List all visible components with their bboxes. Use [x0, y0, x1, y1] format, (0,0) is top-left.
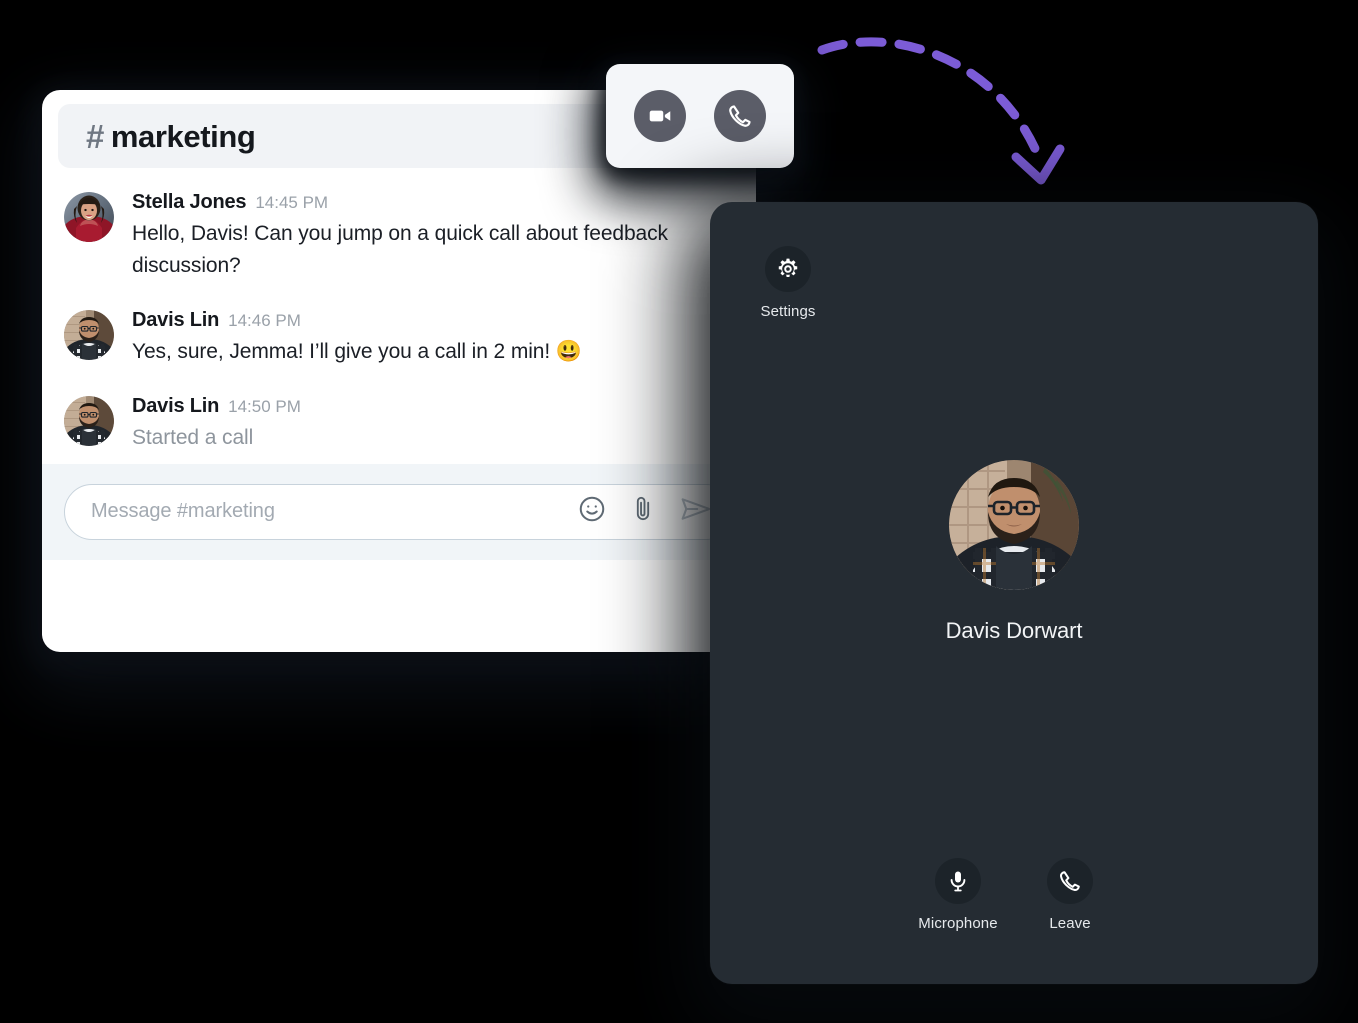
call-panel: Settings Davis Dorwart Microphone Leave [710, 202, 1318, 984]
avatar-davis-dorwart-art [949, 460, 1079, 590]
message-body: Davis Lin 14:46 PM Yes, sure, Jemma! I’l… [132, 308, 734, 368]
message-timestamp: 14:45 PM [255, 193, 329, 212]
avatar-stella-jones[interactable] [64, 192, 114, 242]
composer-area: Message #marketing [42, 463, 756, 560]
message-input[interactable]: Message #marketing [91, 500, 577, 523]
message-item: Davis Lin 14:50 PM Started a call [42, 394, 756, 454]
arrow-head [1011, 144, 1065, 185]
message-list: Stella Jones 14:45 PM Hello, Davis! Can … [42, 174, 756, 454]
avatar-davis-dorwart [949, 460, 1079, 590]
message-text: Yes, sure, Jemma! I’ll give you a call i… [132, 336, 734, 368]
message-body: Stella Jones 14:45 PM Hello, Davis! Can … [132, 190, 734, 282]
leave-control: Leave [1025, 858, 1115, 932]
message-author: Stella Jones [132, 191, 247, 213]
message-item: Stella Jones 14:45 PM Hello, Davis! Can … [42, 190, 756, 282]
participant-tile: Davis Dorwart [710, 460, 1318, 644]
message-text-content: Yes, sure, Jemma! I’ll give you a call i… [132, 339, 551, 363]
phone-hangup-icon [1060, 871, 1080, 891]
message-body: Davis Lin 14:50 PM Started a call [132, 394, 734, 454]
avatar-davis-lin-art [64, 395, 114, 446]
video-call-button[interactable] [634, 90, 686, 142]
screenshot-stage: # marketing Stella Jones 14:45 PM Hello,… [0, 0, 1358, 1023]
settings-label: Settings [760, 303, 816, 320]
message-timestamp: 14:46 PM [228, 310, 301, 330]
page-title: marketing [110, 118, 256, 154]
message-item: Davis Lin 14:46 PM Yes, sure, Jemma! I’l… [42, 308, 756, 368]
microphone-control: Microphone [913, 858, 1003, 932]
avatar-davis-lin[interactable] [64, 395, 114, 446]
chat-window: # marketing Stella Jones 14:45 PM Hello,… [42, 90, 756, 652]
microphone-button[interactable] [935, 858, 981, 904]
avatar-davis-lin[interactable] [64, 309, 114, 360]
microphone-icon [950, 871, 966, 892]
send-icon[interactable] [679, 494, 713, 529]
emoji-icon[interactable] [577, 494, 607, 529]
avatar-davis-lin-art [64, 309, 114, 360]
audio-call-button[interactable] [714, 90, 766, 142]
avatar-stella-jones-art [64, 192, 114, 242]
smiley-emoji-icon: 😃 [555, 339, 582, 363]
message-meta: Davis Lin 14:50 PM [132, 395, 734, 418]
message-meta: Davis Lin 14:46 PM [132, 309, 734, 332]
message-text: Hello, Davis! Can you jump on a quick ca… [132, 222, 674, 277]
video-camera-icon [649, 110, 671, 122]
settings-button[interactable] [765, 246, 811, 292]
message-timestamp: 14:50 PM [228, 396, 301, 416]
message-author: Davis Lin [132, 394, 220, 417]
microphone-label: Microphone [918, 915, 998, 932]
leave-button[interactable] [1047, 858, 1093, 904]
annotation-arrow [800, 10, 1100, 210]
message-text: Started a call [132, 425, 254, 449]
gear-icon [778, 258, 798, 278]
call-controls: Microphone Leave [710, 858, 1318, 932]
settings-control: Settings [754, 246, 822, 320]
message-meta: Stella Jones 14:45 PM [132, 191, 734, 214]
attachment-icon[interactable] [629, 494, 657, 529]
arrow-curve [817, 37, 1045, 165]
participant-name: Davis Dorwart [945, 618, 1083, 643]
message-author: Davis Lin [132, 308, 220, 331]
composer-icon-group [577, 494, 719, 529]
phone-icon [729, 105, 751, 127]
annotation-arrow-svg [817, 37, 1065, 185]
leave-label: Leave [1049, 915, 1091, 932]
message-composer[interactable]: Message #marketing [64, 483, 734, 540]
call-actions-popover [606, 64, 794, 168]
hash-icon: # [86, 117, 104, 155]
